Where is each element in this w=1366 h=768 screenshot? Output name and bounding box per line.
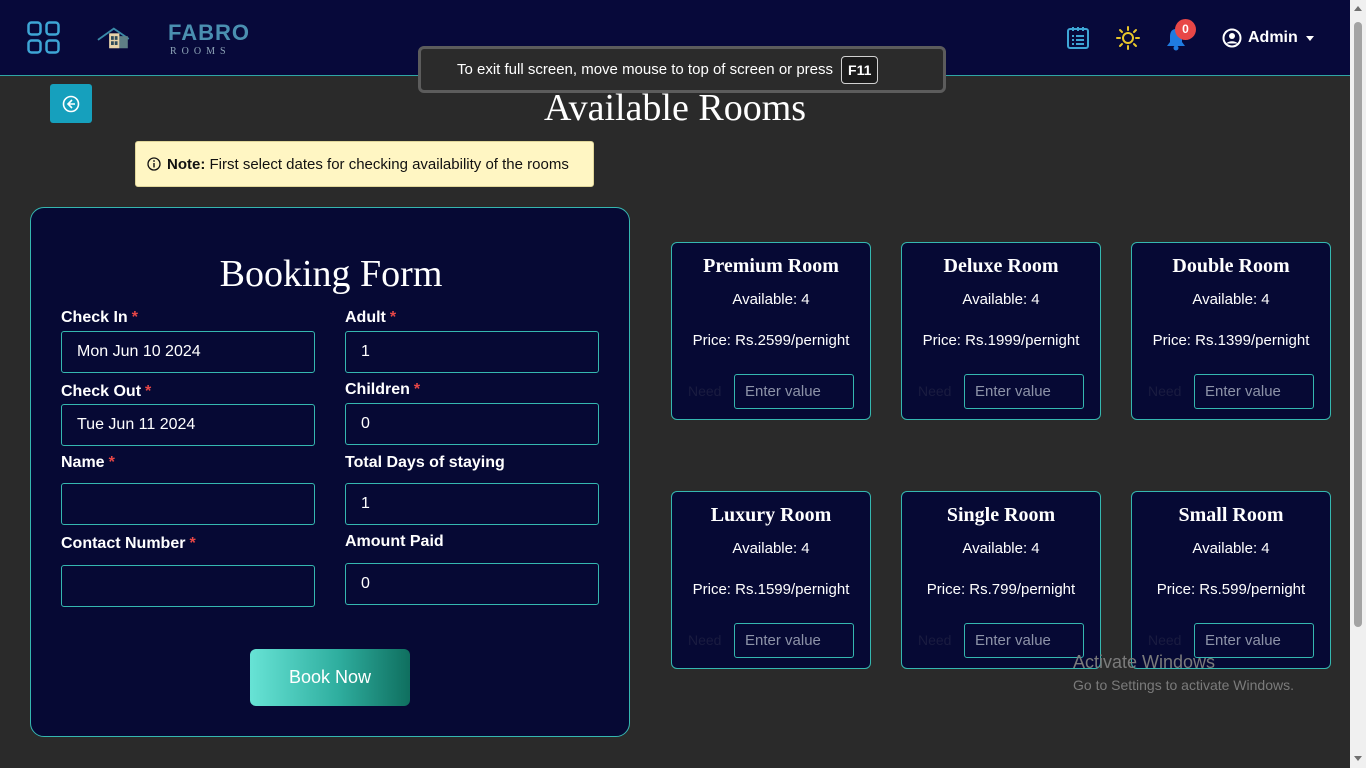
room-availability: Available: 4 [962, 291, 1040, 308]
name-field[interactable] [61, 483, 315, 525]
activate-windows-title: Activate Windows [1073, 652, 1216, 672]
logo-title: FABRO [168, 20, 250, 45]
room-availability: Available: 4 [962, 540, 1040, 557]
room-need-label: Need [688, 632, 722, 648]
room-card-luxury: Luxury Room Available: 4 Price: Rs.1599/… [671, 491, 871, 669]
amount-paid-label-text: Amount Paid [345, 533, 444, 550]
apps-grid-icon[interactable] [27, 21, 60, 54]
room-card-premium: Premium Room Available: 4 Price: Rs.2599… [671, 242, 871, 420]
booking-form: Booking Form Check In * Mon Jun 10 2024 A… [30, 207, 630, 737]
check-in-field[interactable]: Mon Jun 10 2024 [61, 331, 315, 373]
scroll-down-arrow-icon[interactable] [1354, 756, 1362, 761]
sun-theme-icon[interactable] [1116, 26, 1140, 50]
logo-subtitle: ROOMS [170, 46, 231, 57]
required-mark: * [145, 383, 152, 400]
room-quantity-input[interactable]: Enter value [964, 374, 1084, 409]
admin-label: Admin [1248, 29, 1298, 46]
amount-paid-label: Amount Paid [345, 533, 444, 551]
calendar-list-icon[interactable] [1066, 26, 1090, 50]
room-quantity-input[interactable]: Enter value [734, 374, 854, 409]
room-name: Double Room [1172, 255, 1290, 277]
room-availability: Available: 4 [1192, 540, 1270, 557]
room-availability: Available: 4 [732, 291, 810, 308]
activate-windows-subtitle: Go to Settings to activate Windows. [1073, 677, 1294, 693]
required-mark: * [413, 381, 421, 398]
adult-label: Adult * [345, 309, 396, 327]
form-title: Booking Form [219, 253, 443, 295]
room-availability: Available: 4 [1192, 291, 1270, 308]
fullscreen-banner-text: To exit full screen, move mouse to top o… [457, 61, 834, 78]
vertical-scrollbar[interactable] [1350, 0, 1366, 768]
contact-number-label-text: Contact Number [61, 535, 186, 552]
amount-paid-field[interactable]: 0 [345, 563, 599, 605]
total-days-label-text: Total Days of staying [345, 454, 505, 471]
room-price: Price: Rs.1399/pernight [1152, 332, 1310, 349]
room-name: Small Room [1178, 504, 1284, 526]
children-field[interactable]: 0 [345, 403, 599, 445]
notification-badge: 0 [1175, 19, 1196, 40]
note-text: First select dates for checking availabi… [209, 155, 569, 173]
adult-field[interactable]: 1 [345, 331, 599, 373]
contact-number-label: Contact Number * [61, 535, 196, 553]
room-price: Price: Rs.799/pernight [926, 581, 1076, 598]
required-mark: * [189, 535, 196, 552]
room-need-label: Need [918, 632, 952, 648]
room-price: Price: Rs.1599/pernight [692, 581, 850, 598]
name-label-text: Name [61, 454, 105, 471]
children-label-text: Children [345, 381, 410, 398]
room-need-label: Need [1148, 632, 1182, 648]
required-mark: * [389, 309, 397, 326]
check-in-label-text: Check In [61, 309, 128, 326]
room-name: Premium Room [703, 255, 839, 277]
room-card-small: Small Room Available: 4 Price: Rs.599/pe… [1131, 491, 1331, 669]
note-label: Note: [167, 155, 206, 173]
scroll-up-arrow-icon[interactable] [1354, 6, 1362, 11]
note-alert: Note: First select dates for checking av… [135, 141, 594, 187]
room-price: Price: Rs.599/pernight [1156, 581, 1306, 598]
total-days-field[interactable]: 1 [345, 483, 599, 525]
name-label: Name * [61, 454, 115, 472]
check-out-label: Check Out * [61, 383, 151, 401]
children-label: Children * [345, 381, 420, 399]
contact-number-field[interactable] [61, 565, 315, 607]
admin-menu[interactable]: Admin [1222, 26, 1314, 50]
room-quantity-input[interactable]: Enter value [734, 623, 854, 658]
room-availability: Available: 4 [732, 540, 810, 557]
room-card-single: Single Room Available: 4 Price: Rs.799/p… [901, 491, 1101, 669]
room-price: Price: Rs.2599/pernight [692, 332, 850, 349]
room-quantity-input[interactable]: Enter value [1194, 374, 1314, 409]
info-icon [147, 157, 161, 171]
check-out-field[interactable]: Tue Jun 11 2024 [61, 404, 315, 446]
fullscreen-banner: To exit full screen, move mouse to top o… [418, 46, 946, 93]
required-mark: * [131, 309, 138, 326]
required-mark: * [108, 454, 115, 471]
room-name: Single Room [946, 504, 1056, 526]
scroll-thumb[interactable] [1354, 22, 1362, 627]
user-avatar-icon [1222, 28, 1242, 48]
room-name: Deluxe Room [943, 255, 1059, 277]
check-in-label: Check In * [61, 309, 138, 327]
logo-house-icon[interactable] [97, 14, 167, 62]
room-price: Price: Rs.1999/pernight [922, 332, 1080, 349]
check-out-label-text: Check Out [61, 383, 142, 400]
room-card-deluxe: Deluxe Room Available: 4 Price: Rs.1999/… [901, 242, 1101, 420]
total-days-label: Total Days of staying [345, 454, 505, 472]
chevron-down-icon [1305, 35, 1314, 41]
fullscreen-key: F11 [841, 55, 879, 84]
book-now-button[interactable]: Book Now [250, 649, 410, 706]
adult-label-text: Adult [345, 309, 386, 326]
room-need-label: Need [688, 383, 722, 399]
room-name: Luxury Room [710, 504, 832, 526]
room-card-double: Double Room Available: 4 Price: Rs.1399/… [1131, 242, 1331, 420]
room-quantity-input[interactable]: Enter value [964, 623, 1084, 658]
room-need-label: Need [918, 383, 952, 399]
room-need-label: Need [1148, 383, 1182, 399]
